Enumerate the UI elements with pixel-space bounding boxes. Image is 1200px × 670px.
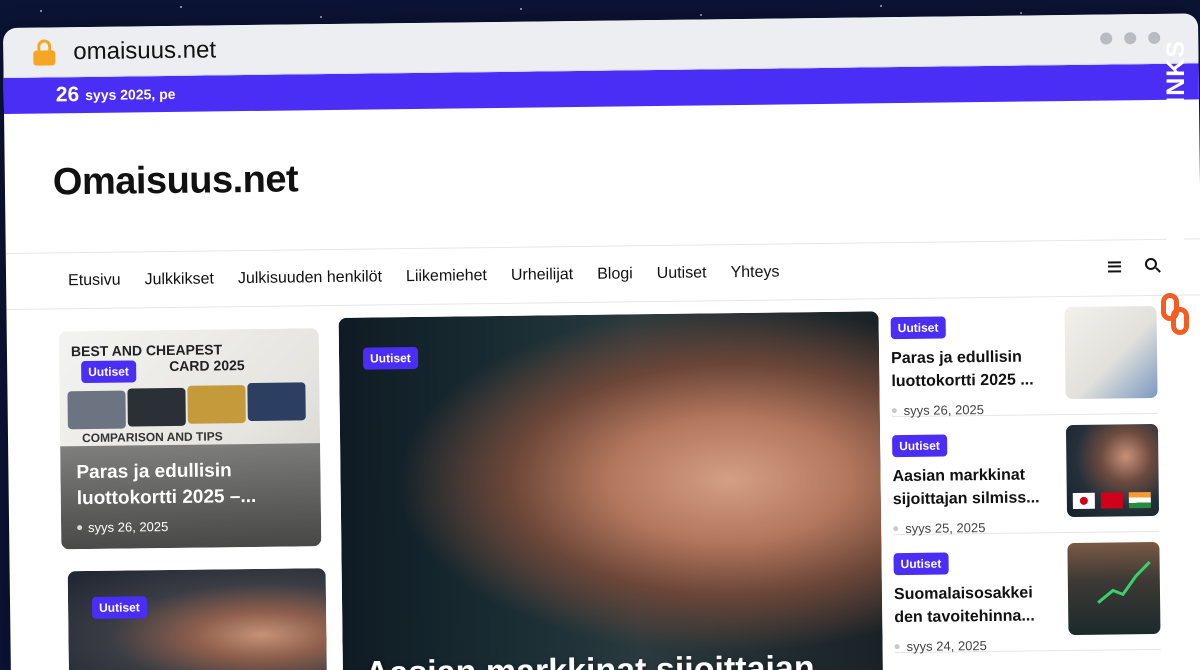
card-date: syys 26, 2025 bbox=[88, 519, 169, 535]
category-badge[interactable]: Uutiset bbox=[892, 434, 947, 458]
list-item-text: Uutiset Suomalaisosakkei den tavoitehinn… bbox=[893, 541, 1044, 654]
category-badge[interactable]: Uutiset bbox=[81, 360, 137, 384]
hero-portrait-image bbox=[338, 311, 884, 670]
date-text: syys 2025, pe bbox=[85, 85, 176, 104]
man-portrait-image bbox=[67, 568, 328, 670]
card-graphic-icon bbox=[127, 387, 186, 427]
article-card[interactable]: Uutiset bbox=[67, 568, 328, 670]
list-item[interactable]: Uutiset Paras ja edullisin luottokortti … bbox=[890, 295, 1158, 418]
window-dot-icon[interactable] bbox=[1124, 32, 1137, 45]
nav-item-julkisuuden-henkilot[interactable]: Julkisuuden henkilöt bbox=[238, 268, 382, 288]
browser-window: omaisuus.net 26 syys 2025, pe Omaisuus.n… bbox=[3, 13, 1200, 670]
list-item-title[interactable]: Aasian markkinat sijoittajan silmiss... bbox=[892, 463, 1043, 511]
site-header: Omaisuus.net bbox=[4, 99, 1200, 254]
category-badge[interactable]: Uutiset bbox=[91, 596, 147, 619]
lock-icon bbox=[33, 38, 56, 66]
menu-icon[interactable] bbox=[1107, 260, 1122, 273]
hero-article-card[interactable]: Uutiset Aasian markkinat sijoittajan bbox=[338, 311, 884, 670]
main-content: BEST AND CHEAPEST CARD 2025 COMPARISON A… bbox=[6, 295, 1200, 670]
list-item-meta: syys 24, 2025 bbox=[894, 637, 1045, 655]
window-dot-icon[interactable] bbox=[1100, 32, 1113, 45]
stocks-thumbnail[interactable] bbox=[1067, 541, 1161, 636]
category-badge[interactable]: Uutiset bbox=[893, 552, 949, 576]
category-badge[interactable]: Uutiset bbox=[890, 316, 946, 340]
card-graphic-icon bbox=[187, 385, 246, 424]
nav-item-urheilijat[interactable]: Urheilijat bbox=[511, 266, 573, 285]
nav-item-uutiset[interactable]: Uutiset bbox=[657, 264, 707, 283]
image-caption: COMPARISON AND TIPS bbox=[81, 429, 223, 446]
guestpostlinks-watermark: GUESTPOSTLINKS bbox=[1152, 40, 1200, 370]
list-item-title[interactable]: Suomalaisosakkei den tavoitehinna... bbox=[894, 581, 1045, 629]
nav-item-liikemiehet[interactable]: Liikemiehet bbox=[406, 267, 487, 286]
bullet-icon bbox=[894, 644, 900, 650]
nav-item-blogi[interactable]: Blogi bbox=[597, 265, 633, 283]
url-text[interactable]: omaisuus.net bbox=[73, 36, 216, 66]
date-day: 26 bbox=[55, 83, 80, 107]
article-card[interactable]: BEST AND CHEAPEST CARD 2025 COMPARISON A… bbox=[58, 328, 322, 550]
nav-item-etusivu[interactable]: Etusivu bbox=[68, 271, 121, 290]
nav-item-yhteys[interactable]: Yhteys bbox=[730, 263, 779, 282]
brand-text: GUESTPOSTLINKS bbox=[1161, 40, 1190, 284]
image-caption: CARD 2025 bbox=[169, 357, 245, 374]
credit-card-thumbnail[interactable] bbox=[1064, 305, 1158, 400]
list-item-date: syys 24, 2025 bbox=[906, 638, 987, 655]
list-item-title[interactable]: Paras ja edullisin luottokortti 2025 ... bbox=[891, 345, 1042, 393]
list-item[interactable]: Uutiset Aasian markkinat sijoittajan sil… bbox=[891, 413, 1160, 536]
category-badge[interactable]: Uutiset bbox=[362, 346, 418, 370]
asian-markets-thumbnail[interactable] bbox=[1065, 423, 1160, 518]
chart-line-icon bbox=[1097, 560, 1151, 604]
nav-item-julkkikset[interactable]: Julkkikset bbox=[144, 270, 214, 289]
site-logo[interactable]: Omaisuus.net bbox=[53, 158, 299, 204]
flag-india-icon bbox=[1128, 492, 1151, 509]
bullet-icon bbox=[77, 525, 83, 531]
list-item-text: Uutiset Aasian markkinat sijoittajan sil… bbox=[892, 423, 1043, 536]
card-overlay: Paras ja edullisin luottokortti 2025 –..… bbox=[60, 443, 322, 550]
sidebar-article-list: Uutiset Paras ja edullisin luottokortti … bbox=[890, 295, 1161, 654]
card-meta: syys 26, 2025 bbox=[77, 517, 305, 535]
bullet-icon bbox=[891, 408, 897, 414]
flag-china-icon bbox=[1100, 492, 1123, 509]
image-caption: BEST AND CHEAPEST bbox=[70, 341, 223, 360]
link-icon bbox=[1161, 293, 1191, 337]
list-item[interactable]: Uutiset Suomalaisosakkei den tavoitehinn… bbox=[893, 531, 1161, 654]
bullet-icon bbox=[893, 526, 899, 532]
card-graphic-icon bbox=[247, 382, 306, 422]
card-graphic-icon bbox=[67, 390, 126, 430]
list-item-text: Uutiset Paras ja edullisin luottokortti … bbox=[890, 305, 1041, 418]
flag-japan-icon bbox=[1072, 492, 1095, 509]
card-title[interactable]: Paras ja edullisin luottokortti 2025 –..… bbox=[76, 457, 305, 512]
